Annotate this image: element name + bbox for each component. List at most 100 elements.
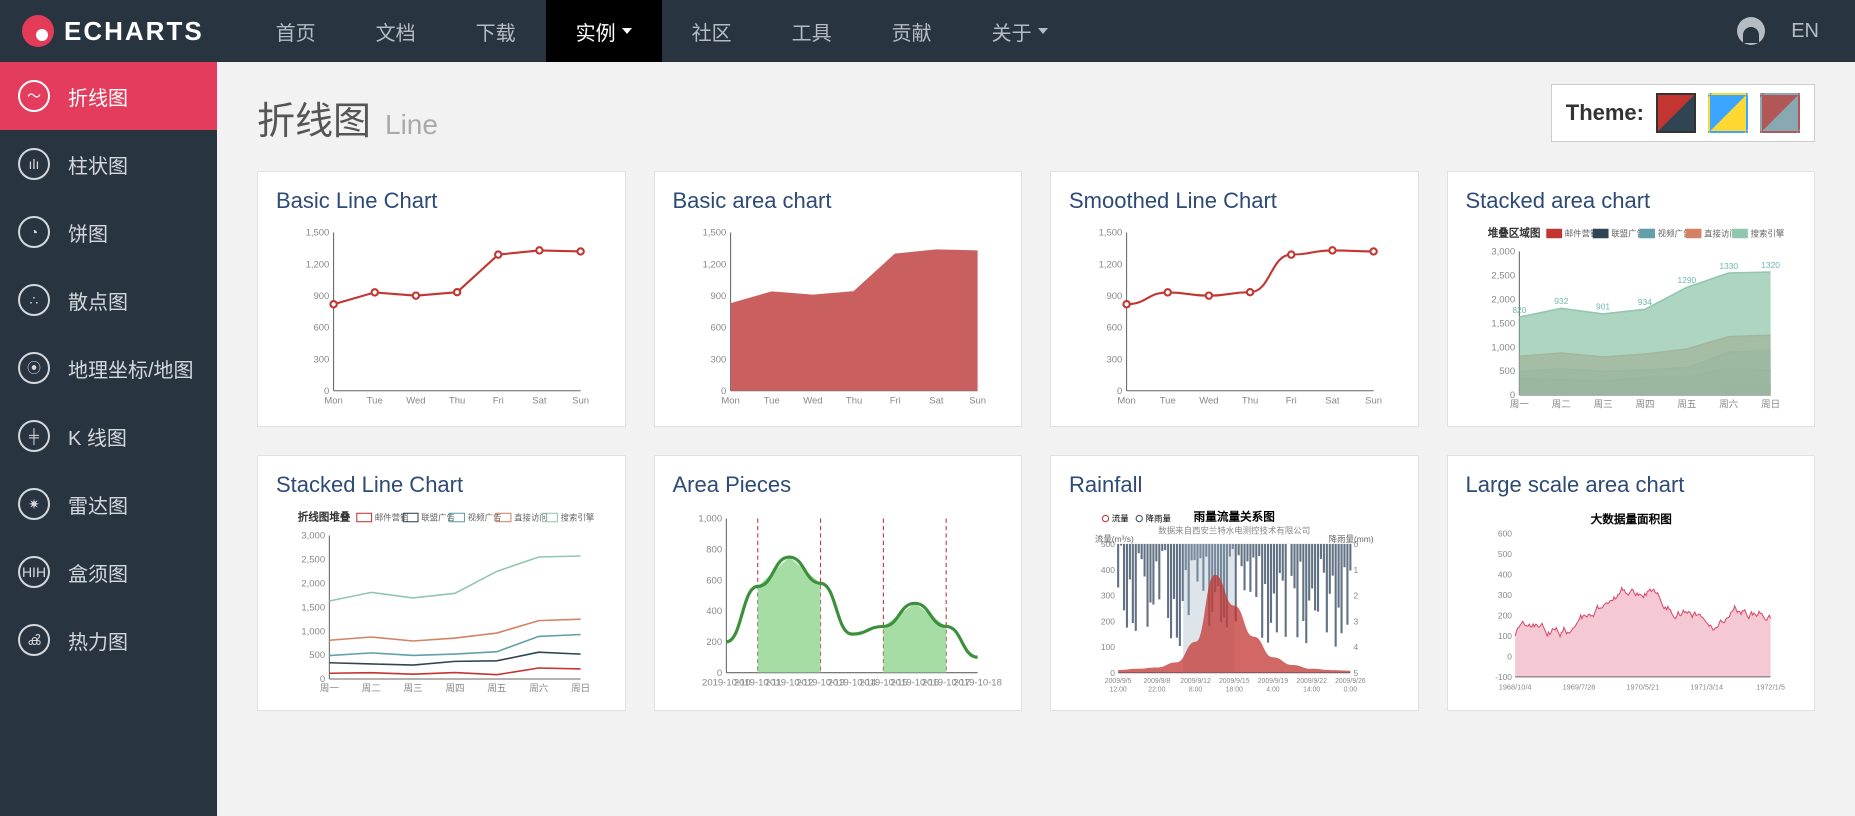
example-card[interactable]: Smoothed Line ChartMonTueWedThuFriSatSun… — [1050, 171, 1419, 427]
sidebar-item-0[interactable]: 〜折线图 — [0, 62, 217, 130]
example-card-title: Stacked Line Chart — [276, 472, 607, 498]
svg-text:周一: 周一 — [1509, 400, 1529, 411]
main-content: 折线图 Line Theme: Basic Line ChartMonTueWe… — [217, 62, 1855, 816]
svg-text:1,000: 1,000 — [301, 626, 325, 637]
svg-text:0: 0 — [324, 386, 329, 397]
example-card-title: Area Pieces — [673, 472, 1004, 498]
svg-text:雨量流量关系图: 雨量流量关系图 — [1194, 510, 1275, 524]
svg-text:堆叠区域图: 堆叠区域图 — [1487, 227, 1540, 240]
example-card[interactable]: Area Pieces2019-10-102019-10-112019-10-1… — [654, 455, 1023, 711]
svg-text:Fri: Fri — [493, 395, 504, 406]
svg-text:200: 200 — [1497, 611, 1511, 621]
example-card[interactable]: Rainfall雨量流量关系图数据来自西安兰特水电测控技术有限公司流量降雨量流量… — [1050, 455, 1419, 711]
svg-text:932: 932 — [1554, 296, 1568, 306]
svg-text:周三: 周三 — [404, 684, 423, 695]
svg-text:800: 800 — [706, 545, 722, 556]
theme-swatch-light[interactable] — [1708, 93, 1748, 133]
example-card-title: Rainfall — [1069, 472, 1400, 498]
example-card[interactable]: Large scale area chart大数据量面积图-1000100200… — [1447, 455, 1816, 711]
svg-text:数据来自西安兰特水电测控技术有限公司: 数据来自西安兰特水电测控技术有限公司 — [1158, 525, 1310, 535]
sidebar-item-2[interactable]: ◔饼图 — [0, 198, 217, 266]
top-nav: ECHARTS 首页文档下载实例社区工具贡献关于 EN — [0, 0, 1855, 62]
svg-text:300: 300 — [1101, 591, 1115, 601]
svg-text:周日: 周日 — [1761, 400, 1780, 411]
example-card[interactable]: Basic Line ChartMonTueWedThuFriSatSun030… — [257, 171, 626, 427]
sidebar-item-1[interactable]: ılı柱状图 — [0, 130, 217, 198]
svg-text:-100: -100 — [1495, 672, 1512, 682]
svg-text:500: 500 — [1497, 549, 1511, 559]
svg-text:降雨量(mm): 降雨量(mm) — [1329, 534, 1374, 544]
svg-text:1,500: 1,500 — [301, 602, 325, 613]
svg-text:300: 300 — [1497, 590, 1511, 600]
svg-text:Sat: Sat — [532, 395, 547, 406]
svg-text:0: 0 — [1354, 539, 1359, 549]
svg-text:搜索引擎: 搜索引擎 — [561, 513, 595, 523]
svg-text:Tue: Tue — [763, 395, 779, 406]
svg-text:1,000: 1,000 — [698, 514, 722, 525]
svg-text:Wed: Wed — [803, 395, 822, 406]
nav-item-4[interactable]: 社区 — [662, 0, 762, 62]
theme-swatch-dark[interactable] — [1760, 93, 1800, 133]
sidebar-icon-8: ൿ — [18, 624, 50, 656]
sidebar-item-7[interactable]: HIH 盒须图 — [0, 538, 217, 606]
nav-item-3[interactable]: 实例 — [546, 0, 662, 62]
svg-text:0: 0 — [1507, 652, 1512, 662]
language-toggle[interactable]: EN — [1791, 20, 1819, 43]
example-card-title: Smoothed Line Chart — [1069, 188, 1400, 214]
sidebar-item-8[interactable]: ൿ 热力图 — [0, 606, 217, 674]
theme-label: Theme: — [1566, 100, 1644, 126]
logo[interactable]: ECHARTS — [0, 15, 226, 47]
example-thumbnail: MonTueWedThuFriSatSun03006009001,2001,50… — [673, 224, 1004, 414]
svg-text:500: 500 — [309, 650, 325, 661]
svg-text:Wed: Wed — [1199, 395, 1218, 406]
sidebar-item-6[interactable]: ✷雷达图 — [0, 470, 217, 538]
svg-text:2,500: 2,500 — [301, 555, 325, 566]
svg-text:折线图堆叠: 折线图堆叠 — [298, 511, 351, 524]
svg-text:1: 1 — [1354, 565, 1359, 575]
svg-text:流量: 流量 — [1112, 514, 1129, 524]
nav-item-5[interactable]: 工具 — [762, 0, 862, 62]
nav-item-2[interactable]: 下载 — [446, 0, 546, 62]
example-card[interactable]: Stacked area chart堆叠区域图邮件营销联盟广告视频广告直接访问搜… — [1447, 171, 1816, 427]
nav-item-0[interactable]: 首页 — [246, 0, 346, 62]
svg-text:周五: 周五 — [487, 684, 506, 695]
svg-text:1969/7/28: 1969/7/28 — [1562, 683, 1595, 692]
example-card[interactable]: Stacked Line Chart折线图堆叠邮件营销联盟广告视频广告直接访问搜… — [257, 455, 626, 711]
svg-text:Mon: Mon — [324, 395, 342, 406]
svg-text:1,000: 1,000 — [1491, 342, 1515, 353]
svg-text:2009/9/19: 2009/9/19 — [1258, 678, 1289, 685]
example-card[interactable]: Basic area chartMonTueWedThuFriSatSun030… — [654, 171, 1023, 427]
sidebar-label: 折线图 — [68, 82, 128, 111]
svg-text:22:00: 22:00 — [1148, 687, 1165, 694]
example-thumbnail: 大数据量面积图-10001002003004005006001968/10/41… — [1466, 508, 1797, 698]
svg-text:周一: 周一 — [320, 684, 340, 695]
sidebar-item-5[interactable]: ╪K 线图 — [0, 402, 217, 470]
svg-text:2009/9/22: 2009/9/22 — [1296, 678, 1327, 685]
sidebar-label: 盒须图 — [68, 558, 128, 587]
nav-item-6[interactable]: 贡献 — [862, 0, 962, 62]
svg-text:500: 500 — [1101, 539, 1115, 549]
svg-text:邮件营销: 邮件营销 — [375, 513, 409, 523]
github-icon[interactable] — [1737, 17, 1765, 45]
nav-item-1[interactable]: 文档 — [346, 0, 446, 62]
sidebar-icon-7: HIH — [18, 556, 50, 588]
svg-text:100: 100 — [1101, 642, 1115, 652]
theme-swatch-default[interactable] — [1656, 93, 1696, 133]
chevron-down-icon — [1038, 28, 1048, 34]
svg-text:搜索引擎: 搜索引擎 — [1750, 229, 1784, 239]
svg-text:1,500: 1,500 — [1491, 318, 1515, 329]
page-title-en: Line — [385, 109, 438, 141]
nav-item-7[interactable]: 关于 — [962, 0, 1078, 62]
svg-text:2,500: 2,500 — [1491, 271, 1515, 282]
svg-text:1972/1/5: 1972/1/5 — [1756, 683, 1785, 692]
svg-text:降雨量: 降雨量 — [1146, 514, 1172, 524]
sidebar-item-4[interactable]: ⦿地理坐标/地图 — [0, 334, 217, 402]
example-card-title: Basic Line Chart — [276, 188, 607, 214]
svg-text:2,000: 2,000 — [301, 578, 325, 589]
sidebar-item-3[interactable]: ∴散点图 — [0, 266, 217, 334]
svg-text:1970/5/21: 1970/5/21 — [1626, 683, 1659, 692]
chevron-down-icon — [622, 28, 632, 34]
svg-text:5: 5 — [1354, 668, 1359, 678]
sidebar-label: 热力图 — [68, 626, 128, 655]
svg-text:2019-10-18: 2019-10-18 — [953, 677, 1002, 688]
